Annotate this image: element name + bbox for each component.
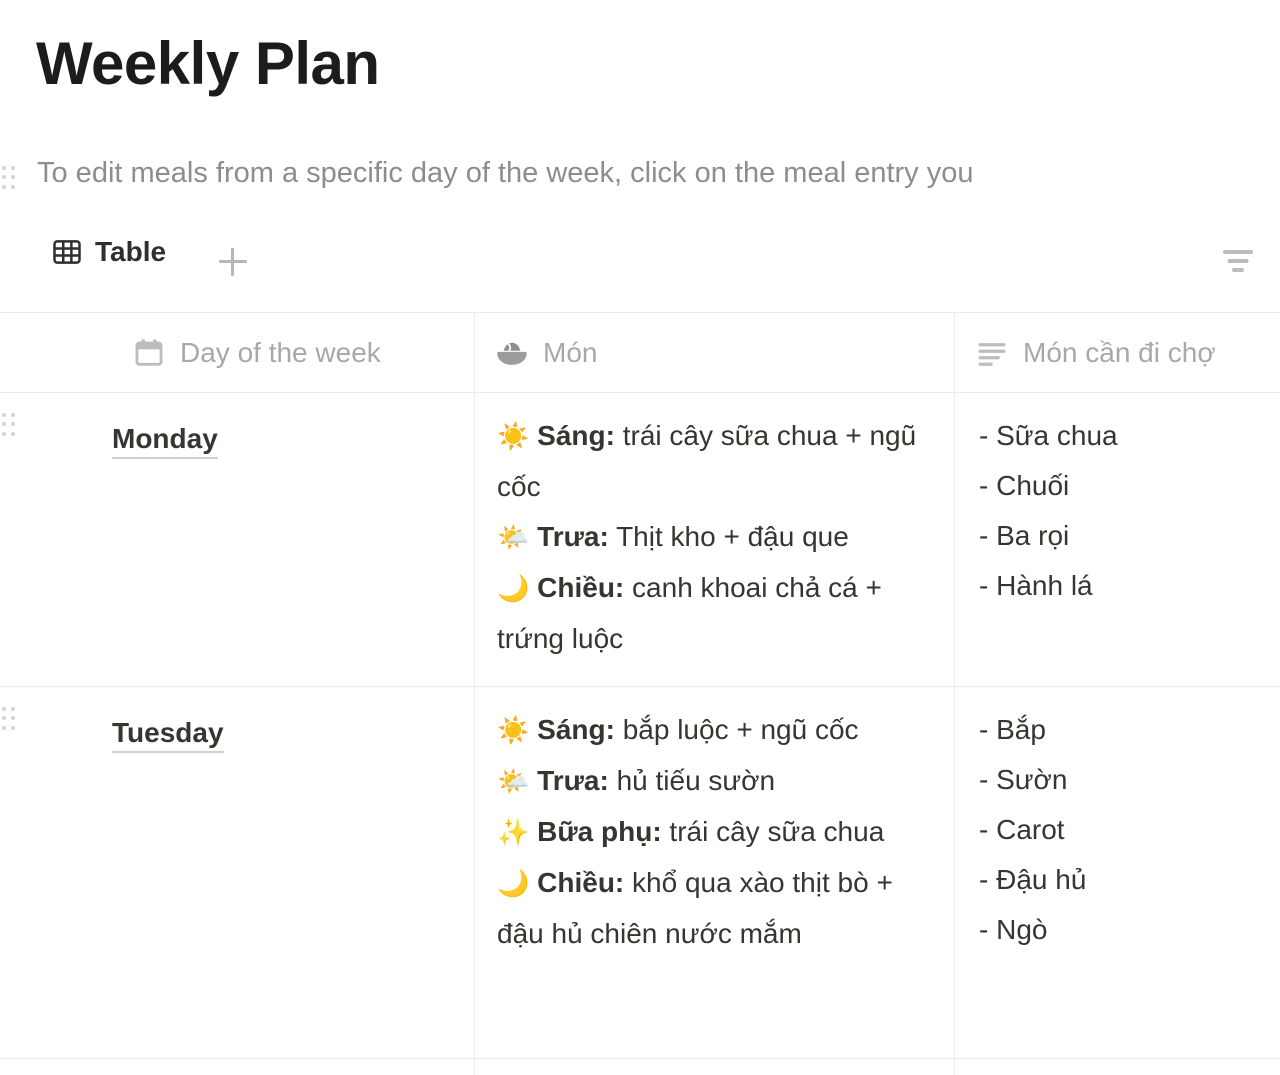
text-lines-icon: [978, 342, 1006, 366]
meal-entry[interactable]: ✨ Bữa phụ: trái cây sữa chua: [497, 816, 885, 848]
meal-label: Chiều:: [537, 867, 625, 898]
day-link[interactable]: Tuesday: [112, 715, 224, 753]
drag-handle-icon[interactable]: [2, 166, 16, 190]
header-label-mon: Món: [543, 336, 598, 368]
header-cell-mon[interactable]: Món: [474, 313, 954, 392]
add-view-button[interactable]: [216, 245, 250, 279]
meal-entry[interactable]: 🌙 Chiều: canh khoai chả cá + trứng luộc: [497, 572, 882, 654]
header-label-day: Day of the week: [180, 336, 381, 368]
sparkles-icon: ✨: [497, 818, 530, 848]
crescent-moon-icon: 🌙: [497, 574, 530, 604]
table-row: Tuesday ☀️ Sáng: bắp luộc + ngũ cốc 🌤️ T…: [0, 686, 1280, 1058]
meal-detail: bắp luộc + ngũ cốc: [614, 714, 859, 745]
meal-entry[interactable]: ☀️ Sáng: trái cây sữa chua + ngũ cốc: [497, 420, 916, 502]
shopping-list: - Bắp - Sườn - Carot - Đậu hủ - Ngò: [975, 705, 1260, 955]
meal-list: ☀️ Sáng: bắp luộc + ngũ cốc 🌤️ Trưa: hủ …: [495, 705, 934, 959]
meal-detail: hủ tiếu sườn: [608, 765, 776, 796]
cell-shopping-partial: [954, 1059, 1280, 1075]
shopping-item: - Bắp: [979, 714, 1046, 745]
table-row: Monday ☀️ Sáng: trái cây sữa chua + ngũ …: [0, 392, 1280, 686]
sun-icon: ☀️: [497, 716, 530, 746]
cell-shopping[interactable]: - Sữa chua - Chuối - Ba rọi - Hành lá: [954, 393, 1280, 686]
meal-entry[interactable]: ☀️ Sáng: bắp luộc + ngũ cốc: [497, 714, 859, 746]
cell-day[interactable]: Tuesday: [0, 687, 474, 1058]
header-cell-shopping[interactable]: Món cần đi chợ: [954, 313, 1280, 392]
cell-meals[interactable]: ☀️ Sáng: bắp luộc + ngũ cốc 🌤️ Trưa: hủ …: [474, 687, 954, 1058]
page-title: Weekly Plan: [36, 30, 380, 97]
table-grid-icon: [53, 240, 81, 264]
filter-button[interactable]: [1218, 245, 1258, 279]
sun-behind-cloud-icon: 🌤️: [497, 767, 530, 797]
meal-label: Trưa:: [537, 765, 609, 796]
cell-meals[interactable]: ☀️ Sáng: trái cây sữa chua + ngũ cốc 🌤️ …: [474, 393, 954, 686]
meal-entry[interactable]: 🌤️ Trưa: Thịt kho + đậu que: [497, 521, 849, 553]
day-link[interactable]: Monday: [112, 421, 218, 459]
shopping-item: - Carot: [979, 814, 1065, 845]
calendar-icon: [135, 338, 163, 366]
cell-meals-partial: [474, 1059, 954, 1075]
meal-label: Chiều:: [537, 572, 625, 603]
meal-detail: trái cây sữa chua: [661, 816, 885, 847]
shopping-list: - Sữa chua - Chuối - Ba rọi - Hành lá: [975, 411, 1260, 611]
sun-behind-cloud-icon: 🌤️: [497, 523, 530, 553]
meal-list: ☀️ Sáng: trái cây sữa chua + ngũ cốc 🌤️ …: [495, 411, 934, 664]
meal-label: Sáng:: [537, 420, 615, 451]
meal-label: Bữa phụ:: [537, 816, 662, 847]
shopping-item: - Đậu hủ: [979, 864, 1087, 895]
tab-table-label: Table: [95, 236, 167, 267]
cell-day[interactable]: Monday: [0, 393, 474, 686]
meal-detail: Thịt kho + đậu que: [608, 521, 849, 552]
description-block: To edit meals from a specific day of the…: [0, 150, 1280, 206]
view-toolbar: Table: [0, 233, 1280, 293]
meal-label: Sáng:: [537, 714, 615, 745]
meal-entry[interactable]: 🌤️ Trưa: hủ tiếu sườn: [497, 765, 776, 797]
meal-table: Day of the week Món Món cần đi chợ Monda…: [0, 312, 1280, 1075]
shopping-item: - Sữa chua: [979, 420, 1118, 451]
header-cell-day[interactable]: Day of the week: [0, 313, 474, 392]
shopping-item: - Hành lá: [979, 570, 1093, 601]
rice-bowl-icon: [497, 342, 527, 365]
cell-day-partial: [0, 1059, 474, 1075]
table-row-partial: [0, 1058, 1280, 1075]
table-header-row: Day of the week Món Món cần đi chợ: [0, 312, 1280, 392]
sun-icon: ☀️: [497, 422, 530, 452]
cell-shopping[interactable]: - Bắp - Sườn - Carot - Đậu hủ - Ngò: [954, 687, 1280, 1058]
header-label-shopping: Món cần đi chợ: [1023, 336, 1216, 368]
meal-label: Trưa:: [537, 521, 609, 552]
shopping-item: - Ba rọi: [979, 520, 1070, 551]
shopping-item: - Sườn: [979, 764, 1068, 795]
crescent-moon-icon: 🌙: [497, 869, 530, 899]
weekly-plan-page: Weekly Plan To edit meals from a specifi…: [0, 0, 1280, 1075]
shopping-item: - Chuối: [979, 470, 1070, 501]
shopping-item: - Ngò: [979, 914, 1048, 945]
tab-table[interactable]: Table: [52, 237, 166, 267]
meal-entry[interactable]: 🌙 Chiều: khổ qua xào thịt bò + đậu hủ ch…: [497, 867, 893, 949]
page-description: To edit meals from a specific day of the…: [37, 157, 974, 189]
